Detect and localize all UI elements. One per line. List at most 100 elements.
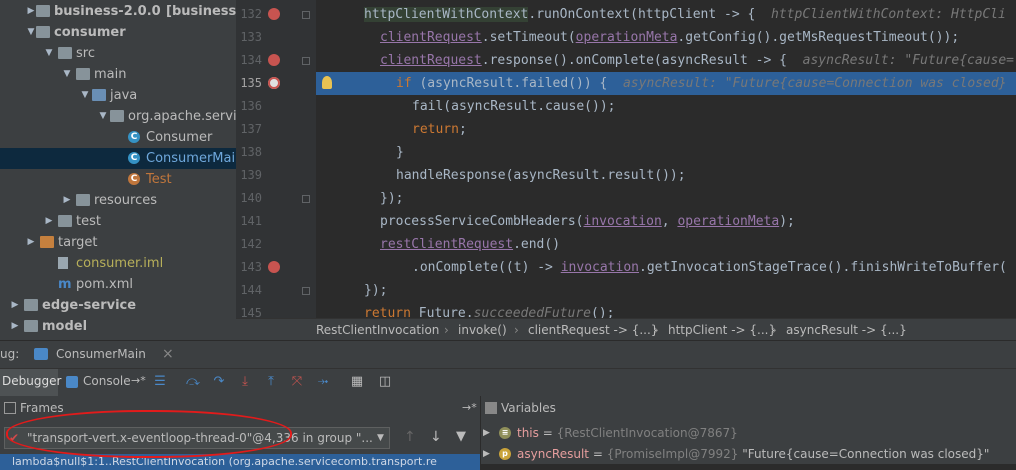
drop-frame-icon[interactable]: ⤧ xyxy=(290,375,304,389)
tree-item[interactable]: ▼ main xyxy=(0,64,236,85)
tree-item[interactable]: ▼ org.apache.servic xyxy=(0,106,236,127)
tab-debugger[interactable]: Debugger xyxy=(2,374,61,388)
gutter-line[interactable]: 138 xyxy=(236,141,316,164)
code-editor[interactable]: httpClientWithContext.runOnContext(httpC… xyxy=(316,0,1016,318)
tree-item[interactable]: ▶ edge-service xyxy=(0,295,236,316)
chevron-right-icon[interactable]: ▶ xyxy=(44,211,54,232)
intention-bulb-icon[interactable] xyxy=(322,76,332,89)
run-config-name[interactable]: ConsumerMain xyxy=(56,347,146,361)
step-into-icon[interactable]: ⤓ xyxy=(238,375,252,389)
arrow-down-icon[interactable]: ↓ xyxy=(430,429,442,445)
gutter-line[interactable]: 139 xyxy=(236,164,316,187)
line-number: 141 xyxy=(240,214,262,228)
selected-frame-row[interactable]: lambda$null$1:1..RestClientInvocation (o… xyxy=(0,454,480,470)
chevron-right-icon[interactable]: ▶ xyxy=(62,190,72,211)
code-line[interactable]: httpClientWithContext.runOnContext(httpC… xyxy=(316,3,1016,26)
frames-pin-icon[interactable]: →* xyxy=(462,396,477,420)
code-token: processServiceCombHeaders( xyxy=(380,214,584,229)
step-out-icon[interactable]: ⤒ xyxy=(264,375,278,389)
code-token: if xyxy=(396,76,420,91)
step-over-icon[interactable]: ↷ xyxy=(212,375,226,389)
variable-text: asyncResult = {PromiseImpl@7992} "Future… xyxy=(517,444,989,465)
tree-item[interactable]: ▼ consumer xyxy=(0,22,236,43)
code-line[interactable]: }); xyxy=(316,187,1016,210)
gutter-line[interactable]: 137 xyxy=(236,118,316,141)
show-execution-point-icon[interactable]: ⤼ xyxy=(186,375,200,389)
chevron-right-icon[interactable]: ▶ xyxy=(483,423,490,444)
gutter-line[interactable]: 141 xyxy=(236,210,316,233)
chevron-right-icon[interactable]: ▶ xyxy=(26,232,36,253)
gutter-line[interactable]: 140 xyxy=(236,187,316,210)
fold-icon[interactable] xyxy=(302,11,310,19)
tree-item[interactable]: ▶ business-2.0.0 [business-2-0-0 xyxy=(0,1,236,22)
lines-icon[interactable]: ☰ xyxy=(153,375,167,389)
chevron-down-icon[interactable]: ▼ xyxy=(44,43,54,64)
run-to-cursor-icon[interactable]: ⤞ xyxy=(316,375,330,389)
breadcrumb-item[interactable]: clientRequest -> {...} xyxy=(528,319,658,341)
tree-item[interactable]: ▶ model xyxy=(0,316,236,337)
gutter-line[interactable]: 134 xyxy=(236,49,316,72)
code-line[interactable]: clientRequest.response().onComplete(asyn… xyxy=(316,49,1016,72)
code-line[interactable]: processServiceCombHeaders(invocation, op… xyxy=(316,210,1016,233)
close-icon[interactable]: × xyxy=(162,346,174,362)
variable-row[interactable]: ▶ p asyncResult = {PromiseImpl@7992} "Futu… xyxy=(481,444,1013,465)
editor-gutter[interactable]: 132 133 134 135 136 137 138 139 140 141 142 143 144 1… xyxy=(236,0,316,318)
tree-item[interactable]: ▶ target xyxy=(0,232,236,253)
gutter-line[interactable]: 143 xyxy=(236,256,316,279)
code-line[interactable]: }); xyxy=(316,279,1016,302)
chevron-right-icon[interactable]: ▶ xyxy=(483,444,490,465)
lambda-breakpoint-icon[interactable] xyxy=(268,261,280,273)
chevron-down-icon[interactable]: ▼ xyxy=(26,22,36,43)
tree-item[interactable]: ▶ resources xyxy=(0,190,236,211)
chevron-down-icon[interactable]: ▼ xyxy=(98,106,108,127)
breakpoint-hit-icon[interactable] xyxy=(268,77,280,89)
code-line[interactable]: restClientRequest.end() xyxy=(316,233,1016,256)
code-line[interactable]: if (asyncResult.failed()) { asyncResult:… xyxy=(316,72,1016,95)
tree-item[interactable]: m pom.xml xyxy=(0,274,236,295)
tree-item[interactable]: ▼ java xyxy=(0,85,236,106)
gutter-line[interactable]: 136 xyxy=(236,95,316,118)
code-line[interactable]: fail(asyncResult.cause()); xyxy=(316,95,1016,118)
fold-icon[interactable] xyxy=(302,195,310,203)
breadcrumb-item[interactable]: asyncResult -> {...} xyxy=(786,319,907,341)
arrow-up-icon[interactable]: ↑ xyxy=(404,429,416,445)
variables-panel: ▶ ≡ this = {RestClientInvocation@7867} ▶ p as… xyxy=(481,420,1016,464)
chevron-down-icon[interactable]: ▼ xyxy=(80,85,90,106)
code-line[interactable]: clientRequest.setTimeout(operationMeta.g… xyxy=(316,26,1016,49)
tree-item[interactable]: C Test xyxy=(0,169,236,190)
tree-item[interactable]: consumer.iml xyxy=(0,253,236,274)
tree-item[interactable]: ▶ test xyxy=(0,211,236,232)
tree-item[interactable]: C ConsumerMain xyxy=(0,148,236,169)
variable-row[interactable]: ▶ ≡ this = {RestClientInvocation@7867} xyxy=(481,423,1013,444)
filter-icon[interactable]: ▼ xyxy=(456,429,466,444)
code-line[interactable]: return Future.succeededFuture(); xyxy=(316,302,1016,318)
code-line[interactable]: .onComplete((t) -> invocation.getInvocat… xyxy=(316,256,1016,279)
tree-item[interactable]: ▼ src xyxy=(0,43,236,64)
gutter-line[interactable]: 142 xyxy=(236,233,316,256)
code-line[interactable]: handleResponse(asyncResult.result()); xyxy=(316,164,1016,187)
breadcrumb-item[interactable]: invoke() xyxy=(458,319,507,341)
code-line[interactable]: return; xyxy=(316,118,1016,141)
gutter-line[interactable]: 144 xyxy=(236,279,316,302)
restore-layout-icon[interactable]: ◫ xyxy=(378,375,392,389)
chevron-right-icon[interactable]: ▶ xyxy=(10,316,20,337)
chevron-right-icon[interactable]: ▶ xyxy=(26,1,36,22)
chevron-right-icon[interactable]: ▶ xyxy=(10,295,20,316)
gutter-line[interactable]: 132 xyxy=(236,3,316,26)
code-line[interactable]: } xyxy=(316,141,1016,164)
gutter-line[interactable]: 135 xyxy=(236,72,316,95)
breadcrumb-item[interactable]: RestClientInvocation xyxy=(316,319,439,341)
breadcrumb-item[interactable]: httpClient -> {...} xyxy=(668,319,776,341)
fold-icon[interactable] xyxy=(302,287,310,295)
pin-icon[interactable]: →* xyxy=(131,374,146,387)
run-config-icon xyxy=(34,348,48,360)
evaluate-icon[interactable]: ▦ xyxy=(350,375,364,389)
tab-console[interactable]: Console xyxy=(83,374,131,388)
gutter-line[interactable]: 145 xyxy=(236,302,316,318)
chevron-down-icon[interactable]: ▼ xyxy=(62,64,72,85)
lambda-breakpoint-icon[interactable] xyxy=(268,8,280,20)
tree-item[interactable]: C Consumer xyxy=(0,127,236,148)
lambda-breakpoint-icon[interactable] xyxy=(268,54,280,66)
fold-icon[interactable] xyxy=(302,57,310,65)
gutter-line[interactable]: 133 xyxy=(236,26,316,49)
